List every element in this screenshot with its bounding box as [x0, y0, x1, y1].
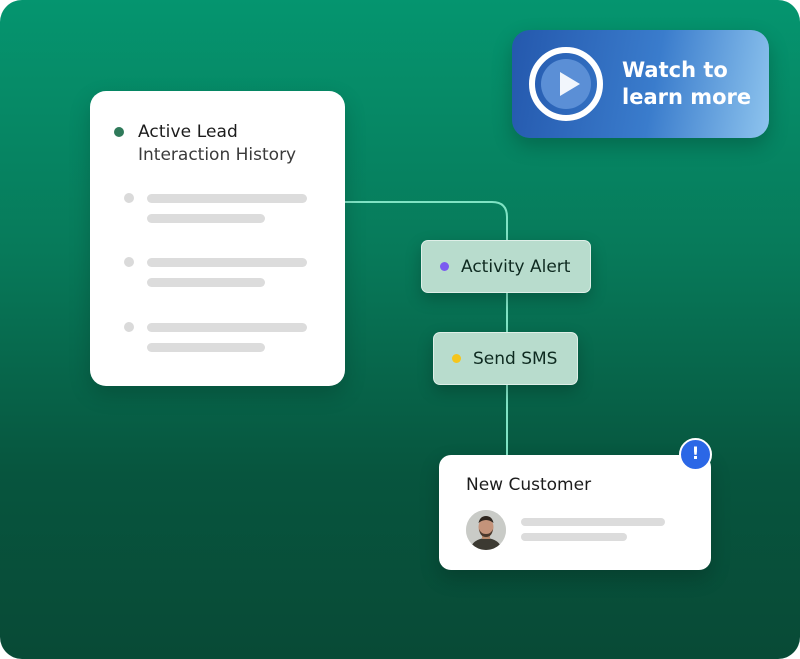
- connector-lead-to-workflow: [345, 201, 508, 240]
- customer-placeholder-line: [521, 518, 665, 526]
- workflow-illustration: Active Lead Interaction History Watch to…: [0, 0, 800, 659]
- lead-card-title: Active Lead: [138, 122, 238, 142]
- customer-card-title: New Customer: [466, 475, 592, 495]
- step-label: Send SMS: [473, 348, 558, 369]
- row-placeholder-line: [147, 343, 265, 352]
- avatar: [466, 510, 506, 550]
- row-placeholder-line: [147, 194, 307, 203]
- workflow-step-activity-alert: Activity Alert: [421, 240, 591, 293]
- avatar-person-icon: [466, 510, 506, 550]
- play-icon: [529, 47, 603, 121]
- row-bullet: [124, 193, 134, 203]
- lead-card: Active Lead Interaction History: [90, 91, 345, 386]
- row-bullet: [124, 257, 134, 267]
- watch-video-label: Watch to learn more: [622, 58, 752, 109]
- lead-card-header: Active Lead Interaction History: [114, 121, 297, 167]
- step-dot: [452, 354, 461, 363]
- customer-placeholder-line: [521, 533, 627, 541]
- step-label: Activity Alert: [461, 256, 571, 277]
- lead-card-subtitle: Interaction History: [138, 145, 297, 165]
- step-dot: [440, 262, 449, 271]
- row-placeholder-line: [147, 258, 307, 267]
- row-placeholder-line: [147, 214, 265, 223]
- row-bullet: [124, 322, 134, 332]
- new-customer-card: New Customer: [439, 455, 711, 570]
- watch-video-button[interactable]: Watch to learn more: [512, 30, 769, 138]
- interaction-placeholder-row: [124, 322, 314, 362]
- lead-status-dot: [114, 127, 124, 137]
- workflow-step-send-sms: Send SMS: [433, 332, 578, 385]
- interaction-placeholder-row: [124, 257, 314, 297]
- row-placeholder-line: [147, 278, 265, 287]
- alert-badge: !: [679, 438, 712, 471]
- interaction-placeholder-row: [124, 193, 314, 233]
- row-placeholder-line: [147, 323, 307, 332]
